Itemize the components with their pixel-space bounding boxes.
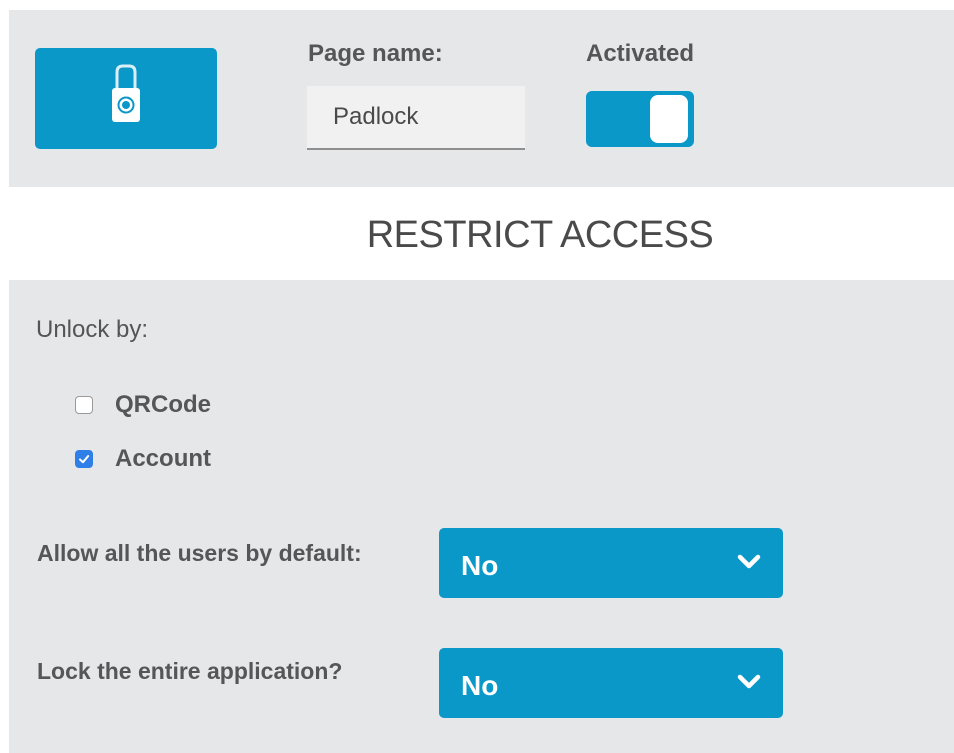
lock-entire-app-label: Lock the entire application? xyxy=(37,658,343,684)
activated-toggle[interactable] xyxy=(586,91,694,147)
qrcode-checkbox[interactable] xyxy=(75,396,93,414)
allow-all-users-value: No xyxy=(461,550,499,581)
allow-all-users-select[interactable]: No xyxy=(439,528,783,598)
allow-all-users-label: Allow all the users by default: xyxy=(37,540,362,566)
account-option-label: Account xyxy=(115,445,211,472)
lock-entire-app-select[interactable]: No xyxy=(439,648,783,718)
qrcode-option[interactable]: QRCode xyxy=(75,390,211,420)
padlock-icon xyxy=(112,64,140,122)
toggle-knob xyxy=(650,95,688,143)
unlock-by-label: Unlock by: xyxy=(36,316,149,343)
page-settings-panel: Page name: Activated xyxy=(9,10,954,187)
page-icon-button[interactable] xyxy=(35,48,217,149)
qrcode-option-label: QRCode xyxy=(115,391,211,418)
account-checkbox[interactable] xyxy=(75,450,93,468)
chevron-down-icon xyxy=(737,554,761,569)
lock-entire-app-value: No xyxy=(461,670,499,701)
checkmark-icon xyxy=(79,455,90,464)
activated-label: Activated xyxy=(586,40,695,67)
page-name-label: Page name: xyxy=(308,40,443,67)
account-option[interactable]: Account xyxy=(75,444,211,474)
page-name-input[interactable] xyxy=(307,86,525,150)
restrict-access-panel: Unlock by: QRCode Account Allow all the … xyxy=(9,280,954,753)
chevron-down-icon xyxy=(737,674,761,689)
section-title: RESTRICT ACCESS xyxy=(366,214,714,256)
